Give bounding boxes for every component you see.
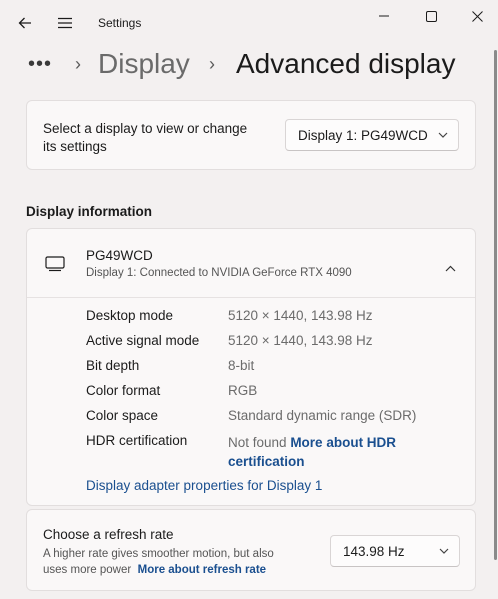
refresh-rate-dropdown[interactable]: 143.98 Hz <box>330 535 460 567</box>
bit-depth-label: Bit depth <box>86 358 140 373</box>
desktop-mode-value: 5120 × 1440, 143.98 Hz <box>228 308 373 323</box>
select-display-label-line2: its settings <box>43 139 107 154</box>
breadcrumb-separator: › <box>209 53 215 74</box>
bit-depth-value: 8-bit <box>228 358 255 373</box>
app-title: Settings <box>98 16 142 30</box>
monitor-name: PG49WCD <box>86 248 153 263</box>
color-space-value: Standard dynamic range (SDR) <box>228 408 417 423</box>
minimize-button[interactable] <box>372 6 396 26</box>
breadcrumb-display-link[interactable]: Display <box>98 44 190 84</box>
back-arrow-icon[interactable] <box>14 12 36 34</box>
display-adapter-properties-link[interactable]: Display adapter properties for Display 1 <box>86 478 322 493</box>
refresh-rate-value: 143.98 Hz <box>343 543 405 559</box>
color-format-value: RGB <box>228 383 258 398</box>
more-about-hdr-link[interactable]: More about HDR <box>290 435 396 450</box>
vertical-scrollbar[interactable] <box>494 50 497 560</box>
more-about-refresh-rate-link[interactable]: More about refresh rate <box>138 564 266 576</box>
chevron-down-icon <box>439 548 449 554</box>
display-info-header[interactable]: PG49WCD Display 1: Connected to NVIDIA G… <box>27 229 475 298</box>
breadcrumb-separator: › <box>75 53 81 74</box>
close-button[interactable] <box>465 6 489 26</box>
close-icon <box>471 10 483 22</box>
monitor-icon <box>45 256 65 277</box>
minimize-icon <box>379 15 389 17</box>
chevron-up-icon[interactable] <box>445 259 456 277</box>
chevron-down-icon <box>438 132 448 138</box>
more-about-hdr-link-cont[interactable]: certification <box>228 454 305 469</box>
page-title: Advanced display <box>236 48 456 79</box>
active-signal-mode-value: 5120 × 1440, 143.98 Hz <box>228 333 373 348</box>
refresh-rate-description: A higher rate gives smoother motion, but… <box>43 546 333 578</box>
refresh-rate-desc-line2: uses more power <box>43 564 132 576</box>
hdr-certification-label: HDR certification <box>86 433 188 448</box>
refresh-rate-card: Choose a refresh rate A higher rate give… <box>26 509 476 591</box>
select-display-card: Select a display to view or change its s… <box>26 100 476 170</box>
select-display-label-line1: Select a display to view or change <box>43 121 248 136</box>
hdr-certification-value: Not found More about HDR certification <box>228 433 396 471</box>
hamburger-menu-icon[interactable] <box>54 12 76 34</box>
color-space-label: Color space <box>86 408 159 423</box>
display-select-dropdown[interactable]: Display 1: PG49WCD <box>285 119 459 151</box>
active-signal-mode-label: Active signal mode <box>86 333 200 348</box>
color-format-label: Color format <box>86 383 161 398</box>
refresh-rate-desc-line1: A higher rate gives smoother motion, but… <box>43 548 274 560</box>
display-select-value: Display 1: PG49WCD <box>298 127 428 143</box>
monitor-subtitle: Display 1: Connected to NVIDIA GeForce R… <box>86 267 352 279</box>
maximize-icon <box>425 10 437 22</box>
hdr-not-found-text: Not found <box>228 435 287 450</box>
section-title-display-information: Display information <box>26 204 153 219</box>
maximize-button[interactable] <box>419 6 443 26</box>
breadcrumb-overflow-button[interactable]: ••• <box>28 44 52 84</box>
refresh-rate-title: Choose a refresh rate <box>43 527 174 542</box>
select-display-label: Select a display to view or change its s… <box>43 120 247 156</box>
desktop-mode-label: Desktop mode <box>86 308 174 323</box>
